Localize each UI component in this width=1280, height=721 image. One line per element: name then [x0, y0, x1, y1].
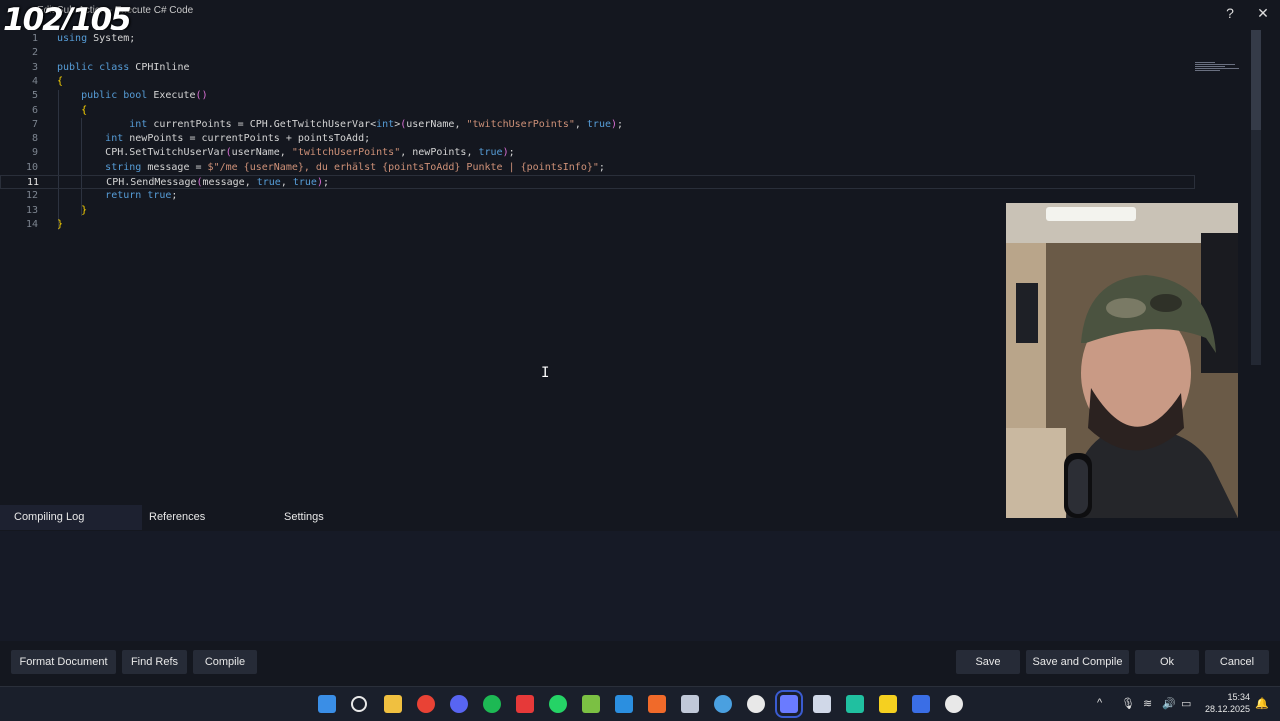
find-refs-button[interactable]: Find Refs — [122, 650, 187, 674]
tab-settings[interactable]: Settings — [270, 505, 405, 530]
webcam-image — [1006, 203, 1238, 518]
code-text[interactable]: } — [57, 218, 63, 232]
affinity-icon[interactable] — [648, 695, 666, 713]
notepad-plus-icon[interactable] — [582, 695, 600, 713]
code-text[interactable]: CPH.SetTwitchUserVar(userName, "twitchUs… — [57, 146, 514, 160]
search-icon[interactable] — [351, 696, 367, 712]
discord-icon[interactable] — [450, 695, 468, 713]
line-number: 5 — [31, 90, 38, 102]
davinci-resolve-icon[interactable] — [912, 695, 930, 713]
format-document-button[interactable]: Format Document — [11, 650, 116, 674]
save-and-compile-button[interactable]: Save and Compile — [1026, 650, 1129, 674]
code-text[interactable]: int newPoints = currentPoints + pointsTo… — [57, 132, 370, 146]
line-number: 3 — [31, 61, 38, 73]
code-text[interactable]: public bool Execute() — [57, 89, 208, 103]
line-number: 6 — [31, 104, 38, 116]
file-explorer-icon[interactable] — [384, 695, 402, 713]
tab-references[interactable]: References — [135, 505, 270, 530]
tab-compiling-log[interactable]: Compiling Log — [0, 505, 142, 530]
audio-editor-icon[interactable] — [813, 695, 831, 713]
tray-chevron-icon[interactable]: ^ — [1097, 697, 1102, 709]
app-red-diamond-icon[interactable] — [516, 695, 534, 713]
line-number: 1 — [31, 33, 38, 44]
volume-icon[interactable]: 🔊 — [1162, 697, 1176, 710]
compile-button[interactable]: Compile — [193, 650, 257, 674]
minimap[interactable] — [1195, 62, 1243, 74]
code-line[interactable]: 2 — [0, 46, 1195, 60]
scrollbar-thumb[interactable] — [1251, 30, 1261, 130]
clock-date: 28.12.2025 — [1204, 704, 1250, 714]
microphone-icon[interactable]: 🎙 — [1121, 697, 1135, 710]
code-line[interactable]: 6 { — [0, 104, 1195, 118]
code-text[interactable]: { — [57, 75, 63, 89]
line-number: 11 — [26, 177, 39, 188]
code-text[interactable]: } — [57, 204, 87, 218]
code-line[interactable]: 12 return true; — [0, 189, 1195, 203]
code-line[interactable]: 11 CPH.SendMessage(message, true, true); — [0, 175, 1195, 189]
title-bar: Edit Sub-Action - Execute C# Code 102/10… — [0, 0, 1280, 38]
code-line[interactable]: 10 string message = $"/me {userName}, du… — [0, 161, 1195, 175]
chatgpt-icon[interactable] — [945, 695, 963, 713]
vscode-icon[interactable] — [615, 695, 633, 713]
code-line[interactable]: 9 CPH.SetTwitchUserVar(userName, "twitch… — [0, 146, 1195, 160]
code-line[interactable]: 4{ — [0, 75, 1195, 89]
wifi-icon[interactable]: ≋ — [1143, 697, 1152, 710]
code-text[interactable]: using System; — [57, 32, 135, 46]
line-number: 4 — [31, 75, 38, 87]
close-button[interactable]: ✕ — [1253, 4, 1273, 22]
line-number: 14 — [25, 218, 38, 230]
steam-icon[interactable] — [681, 695, 699, 713]
taskbar: ^ 🎙 ≋ 🔊 ▭ 15:34 28.12.2025 🔔 — [0, 686, 1280, 721]
code-text[interactable]: CPH.SendMessage(message, true, true); — [58, 176, 329, 190]
help-button[interactable]: ? — [1220, 4, 1240, 22]
line-number: 13 — [25, 204, 38, 216]
webcam-overlay — [1006, 203, 1238, 518]
code-text[interactable]: public class CPHInline — [57, 61, 189, 75]
clock-time: 15:34 — [1227, 692, 1250, 702]
code-line[interactable]: 3 public class CPHInline — [0, 61, 1195, 75]
spotify-icon[interactable] — [483, 695, 501, 713]
windows-start-icon[interactable] — [318, 695, 336, 713]
line-number: 2 — [31, 47, 38, 59]
line-number: 10 — [25, 161, 38, 173]
obs-orb-icon[interactable] — [714, 695, 732, 713]
code-line[interactable]: 5 public bool Execute() — [0, 89, 1195, 103]
notification-icon[interactable]: 🔔 — [1255, 697, 1269, 710]
text-cursor-icon: I — [541, 365, 550, 381]
battery-icon[interactable]: ▭ — [1181, 697, 1191, 710]
ok-button[interactable]: Ok — [1135, 650, 1199, 674]
obs-studio-icon[interactable] — [747, 695, 765, 713]
cancel-button[interactable]: Cancel — [1205, 650, 1269, 674]
save-button[interactable]: Save — [956, 650, 1020, 674]
code-text[interactable]: int currentPoints = CPH.GetTwitchUserVar… — [57, 118, 623, 132]
code-line[interactable]: 8 int newPoints = currentPoints + points… — [0, 132, 1195, 146]
line-number: 8 — [31, 133, 38, 145]
clock[interactable]: 15:34 28.12.2025 — [1198, 691, 1250, 715]
sticky-notes-icon[interactable] — [879, 695, 897, 713]
bottom-tabs: Compiling Log References Settings — [0, 505, 1280, 531]
compiling-log-panel — [0, 531, 1280, 641]
line-number: 7 — [31, 118, 38, 130]
code-text[interactable]: { — [57, 104, 87, 118]
code-line[interactable]: 1 using System; — [0, 32, 1195, 46]
line-number: 12 — [25, 190, 38, 202]
code-line[interactable]: 7 int currentPoints = CPH.GetTwitchUserV… — [0, 118, 1195, 132]
whatsapp-icon[interactable] — [549, 695, 567, 713]
code-text[interactable]: return true; — [57, 189, 177, 203]
streamerbot-icon[interactable] — [775, 690, 803, 718]
line-number: 9 — [31, 147, 38, 159]
green-app-icon[interactable] — [846, 695, 864, 713]
code-text[interactable]: string message = $"/me {userName}, du er… — [57, 161, 605, 175]
chrome-icon[interactable] — [417, 695, 435, 713]
